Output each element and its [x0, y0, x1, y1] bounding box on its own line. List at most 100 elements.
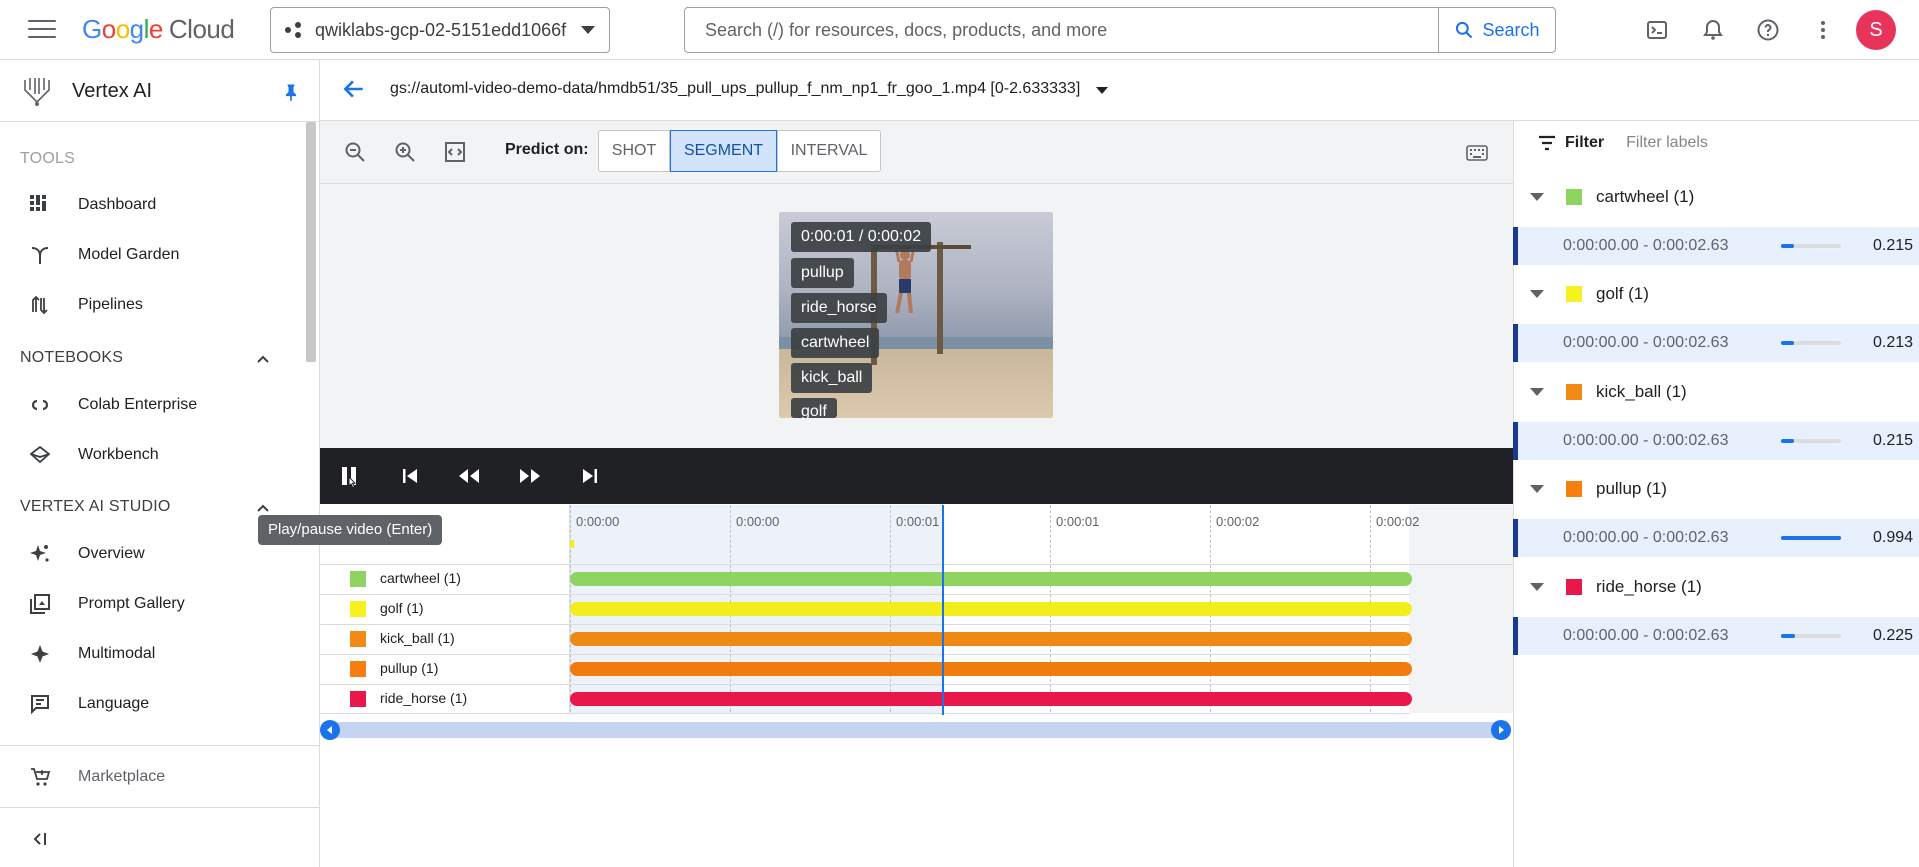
pipelines-icon: [28, 293, 52, 317]
sidebar-item-marketplace[interactable]: Marketplace: [0, 757, 306, 797]
expand-triangle-icon: [1530, 193, 1544, 201]
sidebar-item-workbench[interactable]: Workbench: [0, 435, 306, 475]
collapse-sidebar-icon[interactable]: [31, 830, 49, 848]
sidebar-item-label: Multimodal: [78, 645, 156, 662]
label-group-cartwheel[interactable]: cartwheel (1): [1530, 177, 1910, 217]
back-arrow-icon[interactable]: [341, 76, 367, 102]
segment-row[interactable]: 0:00:00.00 - 0:00:02.63 0.215: [1513, 422, 1919, 460]
timeline-row-label: ride_horse (1): [380, 690, 468, 706]
segment-row[interactable]: 0:00:00.00 - 0:00:02.63 0.994: [1513, 519, 1919, 557]
workbench-icon: [28, 443, 52, 467]
color-swatch: [350, 601, 366, 617]
chevron-down-icon: [581, 26, 595, 34]
skip-to-start-button[interactable]: [397, 463, 423, 489]
search-bar[interactable]: Search (/) for resources, docs, products…: [684, 7, 1556, 53]
video-timestamp: 0:00:01 / 0:00:02: [791, 222, 932, 252]
sidebar-scrollbar[interactable]: [306, 122, 316, 362]
fast-forward-icon: [520, 469, 540, 483]
google-cloud-logo[interactable]: Google Cloud: [82, 14, 235, 45]
label-group-pullup[interactable]: pullup (1): [1530, 469, 1910, 509]
timeline-bar[interactable]: [570, 692, 1412, 706]
confidence-fill: [1781, 536, 1841, 540]
confidence-score: 0.225: [1873, 627, 1914, 644]
label-group-golf[interactable]: golf (1): [1530, 274, 1910, 314]
keyboard-shortcuts-icon[interactable]: [1466, 145, 1488, 161]
search-button-label: Search: [1482, 19, 1540, 40]
color-swatch: [1566, 286, 1582, 302]
timeline-tick: 0:00:02: [1376, 514, 1420, 529]
color-swatch: [1566, 481, 1582, 497]
mode-segment-button[interactable]: SEGMENT: [670, 130, 777, 172]
zoom-in-icon[interactable]: [391, 138, 419, 166]
avatar[interactable]: S: [1856, 10, 1896, 50]
segment-row[interactable]: 0:00:00.00 - 0:00:02.63 0.213: [1513, 324, 1919, 362]
cloud-shell-icon[interactable]: [1643, 16, 1671, 44]
rewind-button[interactable]: [456, 463, 482, 489]
zoom-out-icon[interactable]: [341, 138, 369, 166]
video-label-cartwheel: cartwheel: [791, 328, 880, 358]
timeline-tick: 0:00:00: [576, 514, 620, 529]
sidebar-item-model-garden[interactable]: Model Garden: [0, 235, 306, 275]
timeline-bar[interactable]: [570, 662, 1412, 676]
main-menu-icon[interactable]: [28, 20, 56, 40]
play-pause-button[interactable]: [336, 463, 362, 489]
scroll-left-button[interactable]: [320, 720, 340, 740]
sidebar-item-dashboard[interactable]: Dashboard: [0, 185, 306, 225]
model-garden-icon: [28, 243, 52, 267]
sidebar-item-label: Workbench: [78, 446, 159, 463]
chevron-up-icon[interactable]: [254, 350, 272, 368]
help-icon[interactable]: [1754, 16, 1782, 44]
sidebar-item-label: Model Garden: [78, 246, 180, 263]
segment-range: 0:00:00.00 - 0:00:02.63: [1563, 529, 1729, 546]
sidebar-item-prompt-gallery[interactable]: Prompt Gallery: [0, 584, 306, 624]
timeline-bar[interactable]: [570, 572, 1412, 586]
timeline-bar[interactable]: [570, 602, 1412, 616]
chevron-down-icon[interactable]: [1096, 87, 1108, 94]
chevron-right-icon: [1499, 726, 1504, 734]
color-swatch: [350, 631, 366, 647]
video-frame[interactable]: 0:00:01 / 0:00:02 pullup ride_horse cart…: [779, 212, 1053, 418]
sidebar-item-multimodal[interactable]: Multimodal: [0, 634, 306, 674]
section-vertex-ai-studio[interactable]: VERTEX AI STUDIO: [20, 498, 171, 516]
confidence-score: 0.994: [1873, 529, 1914, 546]
section-tools: TOOLS: [20, 150, 75, 167]
segment-row[interactable]: 0:00:00.00 - 0:00:02.63 0.215: [1513, 227, 1919, 265]
timeline-playhead[interactable]: [942, 505, 944, 715]
segment-row[interactable]: 0:00:00.00 - 0:00:02.63 0.225: [1513, 617, 1919, 655]
sidebar-item-pipelines[interactable]: Pipelines: [0, 285, 306, 325]
filter-input[interactable]: Filter labels: [1626, 134, 1708, 152]
label-group-kick-ball[interactable]: kick_ball (1): [1530, 372, 1910, 412]
project-picker[interactable]: qwiklabs-gcp-02-5151edd1066f: [270, 7, 610, 53]
label-name: kick_ball (1): [1596, 382, 1687, 401]
timeline-tick: 0:00:02: [1216, 514, 1260, 529]
chevron-left-icon: [327, 726, 332, 734]
mode-interval-button[interactable]: INTERVAL: [777, 130, 881, 172]
fit-to-screen-icon[interactable]: [441, 138, 469, 166]
section-notebooks[interactable]: NOTEBOOKS: [20, 349, 123, 367]
more-options-icon[interactable]: [1809, 16, 1837, 44]
filter-bar[interactable]: Filter Filter labels: [1537, 134, 1708, 152]
mode-shot-button[interactable]: SHOT: [598, 130, 670, 172]
expand-triangle-icon: [1530, 583, 1544, 591]
sidebar-item-colab-enterprise[interactable]: Colab Enterprise: [0, 385, 306, 425]
expand-triangle-icon: [1530, 485, 1544, 493]
sidebar-item-language[interactable]: Language: [0, 684, 306, 724]
scroll-right-button[interactable]: [1491, 720, 1511, 740]
segment-range: 0:00:00.00 - 0:00:02.63: [1563, 627, 1729, 644]
label-group-ride-horse[interactable]: ride_horse (1): [1530, 567, 1910, 607]
fast-forward-button[interactable]: [517, 463, 543, 489]
timeline-bar[interactable]: [570, 632, 1412, 646]
skip-to-end-button[interactable]: [577, 463, 603, 489]
video-toolbar: [320, 121, 1513, 184]
search-button[interactable]: Search: [1438, 8, 1555, 52]
notifications-icon[interactable]: [1699, 16, 1727, 44]
sidebar-item-label: Marketplace: [78, 768, 166, 785]
pin-icon[interactable]: [281, 82, 301, 102]
timeline-scroll-track[interactable]: [329, 722, 1502, 738]
search-icon: [1456, 21, 1473, 39]
timeline-row-label: golf (1): [380, 600, 424, 616]
label-name: golf (1): [1596, 284, 1649, 303]
expand-triangle-icon: [1530, 388, 1544, 396]
video-label-ride-horse: ride_horse: [791, 293, 887, 323]
search-input[interactable]: Search (/) for resources, docs, products…: [685, 8, 1438, 52]
